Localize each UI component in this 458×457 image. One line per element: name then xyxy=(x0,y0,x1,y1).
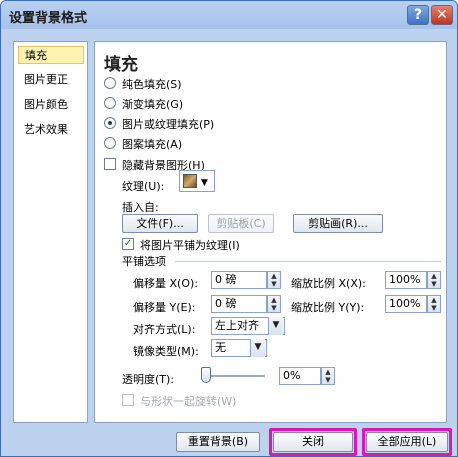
nav-panel: 填充 图片更正 图片颜色 艺术效果 xyxy=(13,41,88,423)
picture-texture-fill-label: 图片或纹理填充(P) xyxy=(122,118,215,131)
nav-item-artistic-effects[interactable]: 艺术效果 xyxy=(18,121,84,139)
close-icon: ✕ xyxy=(436,7,448,23)
chevron-down-icon: ▼ xyxy=(250,339,265,357)
scale-x-input[interactable]: 100% xyxy=(385,271,427,289)
offset-y-label: 偏移量 Y(E): xyxy=(133,301,196,314)
chevron-down-icon: ▼ xyxy=(268,317,283,335)
nav-item-picture-color[interactable]: 图片颜色 xyxy=(18,96,84,114)
fill-heading: 填充 xyxy=(104,55,138,75)
close-window-button[interactable]: ✕ xyxy=(431,5,453,25)
tile-as-texture-checkbox[interactable]: ✓ xyxy=(122,238,134,250)
tiling-options-divider xyxy=(175,261,441,262)
offset-x-label: 偏移量 X(O): xyxy=(133,277,198,290)
highlight-close xyxy=(269,428,357,456)
offset-y-spinner[interactable]: ▲ ▼ xyxy=(267,295,281,313)
reset-background-button[interactable]: 重置背景(B) xyxy=(176,432,260,452)
insert-from-label: 插入自: xyxy=(122,201,159,214)
tile-as-texture-label: 将图片平铺为纹理(I) xyxy=(140,239,240,252)
texture-thumbnail-icon xyxy=(183,174,197,188)
scale-y-input[interactable]: 100% xyxy=(385,295,427,313)
window-title: 设置背景格式 xyxy=(9,11,88,26)
transparency-slider-thumb[interactable] xyxy=(201,367,211,383)
transparency-label: 透明度(T): xyxy=(122,373,175,386)
help-button[interactable]: ? xyxy=(407,5,429,25)
pattern-fill-radio[interactable] xyxy=(104,137,116,149)
offset-x-spinner[interactable]: ▲ ▼ xyxy=(267,271,281,289)
scale-y-label: 缩放比例 Y(Y): xyxy=(291,301,365,314)
scale-y-spinner[interactable]: ▲ ▼ xyxy=(427,295,441,313)
texture-label: 纹理(U): xyxy=(122,180,165,193)
transparency-slider-track[interactable] xyxy=(203,375,265,377)
mirror-type-value: 无 xyxy=(215,341,226,354)
solid-fill-radio[interactable] xyxy=(104,77,116,89)
texture-dropdown[interactable]: ▼ xyxy=(179,170,215,192)
solid-fill-label: 纯色填充(S) xyxy=(122,78,182,91)
gradient-fill-label: 渐变填充(G) xyxy=(122,98,184,111)
hide-background-graphics-checkbox[interactable] xyxy=(104,158,116,170)
pattern-fill-label: 图案填充(A) xyxy=(122,138,183,151)
picture-texture-fill-radio[interactable] xyxy=(104,117,116,129)
scale-x-spinner[interactable]: ▲ ▼ xyxy=(427,271,441,289)
rotate-with-shape-checkbox[interactable] xyxy=(122,394,134,406)
clipboard-button[interactable]: 剪贴板(C) xyxy=(208,214,274,233)
nav-item-picture-corrections[interactable]: 图片更正 xyxy=(18,71,84,89)
help-icon: ? xyxy=(413,7,423,23)
chevron-down-icon: ▼ xyxy=(201,178,208,188)
highlight-apply-all xyxy=(362,428,452,456)
transparency-input[interactable]: 0% xyxy=(279,367,321,385)
alignment-dropdown[interactable]: 左上对齐 ▼ xyxy=(211,317,285,335)
offset-x-input[interactable]: 0 磅 xyxy=(211,271,267,289)
file-button[interactable]: 文件(F)... xyxy=(122,214,198,233)
dialog-window: 设置背景格式 ? ✕ 填充 图片更正 图片颜色 艺术效果 填充 纯色填充(S) … xyxy=(0,0,458,457)
checkmark-icon: ✓ xyxy=(123,238,133,249)
transparency-spinner[interactable]: ▲ ▼ xyxy=(321,367,335,385)
fill-panel: 填充 纯色填充(S) 渐变填充(G) 图片或纹理填充(P) 图案填充(A) 隐藏… xyxy=(94,41,447,423)
clipart-button[interactable]: 剪贴画(R)... xyxy=(293,214,383,233)
rotate-with-shape-label: 与形状一起旋转(W) xyxy=(140,395,237,408)
nav-item-fill[interactable]: 填充 xyxy=(18,46,84,64)
scale-x-label: 缩放比例 X(X): xyxy=(291,277,366,290)
mirror-type-dropdown[interactable]: 无 ▼ xyxy=(211,339,267,357)
title-bar: 设置背景格式 ? ✕ xyxy=(1,1,457,29)
alignment-label: 对齐方式(L): xyxy=(133,323,196,336)
gradient-fill-radio[interactable] xyxy=(104,97,116,109)
tiling-options-label: 平铺选项 xyxy=(122,255,166,268)
mirror-type-label: 镜像类型(M): xyxy=(133,345,199,358)
offset-y-input[interactable]: 0 磅 xyxy=(211,295,267,313)
alignment-value: 左上对齐 xyxy=(215,319,259,332)
